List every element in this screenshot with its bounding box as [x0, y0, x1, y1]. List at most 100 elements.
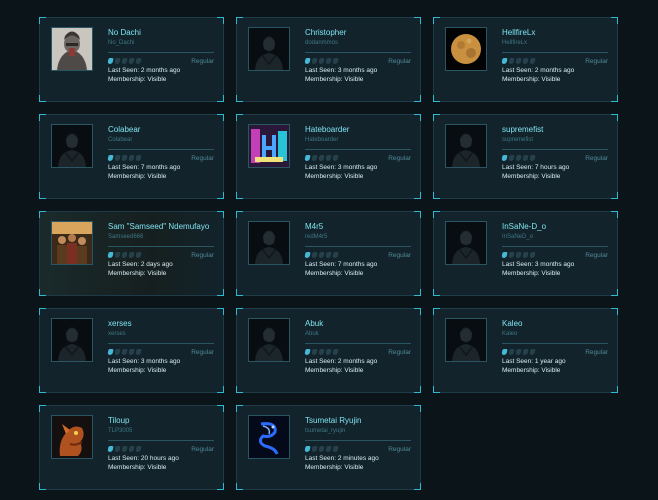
member-handle[interactable]: Tiloup	[108, 416, 218, 426]
member-handle[interactable]: Abuk	[305, 319, 415, 329]
member-handle[interactable]: Sam "Samseed" Ndemufayo	[108, 222, 218, 232]
last-seen-value: 3 months ago	[140, 358, 181, 365]
member-handle[interactable]: Christopher	[305, 28, 415, 38]
last-seen-value: 20 hours ago	[140, 455, 179, 462]
avatar[interactable]	[51, 318, 93, 362]
corner-accent	[414, 192, 421, 199]
member-card[interactable]: M4r5 redM4r5 Regular Last Seen: 7 months…	[236, 211, 421, 296]
rank-row: Regular	[107, 445, 218, 453]
avatar[interactable]	[445, 318, 487, 362]
corner-accent	[236, 17, 243, 24]
member-handle[interactable]: Colabear	[108, 125, 218, 135]
rank-pip-icon	[318, 252, 325, 258]
member-nickname: InSaNeD_o	[502, 234, 534, 240]
member-info: Tsumetai Ryujin tsumetai_ryujin Regular …	[304, 416, 415, 472]
default-avatar-image	[249, 28, 289, 70]
avatar[interactable]	[248, 318, 290, 362]
member-card[interactable]: Kaleo Kaleo Regular Last Seen: 1 year ag…	[433, 308, 618, 393]
member-handle[interactable]: Tsumetai Ryujin	[305, 416, 415, 426]
avatar[interactable]	[51, 221, 93, 265]
member-card[interactable]: Sam "Samseed" Ndemufayo Samseed666 Regul…	[39, 211, 224, 296]
last-seen: Last Seen: 3 months ago	[305, 66, 415, 75]
last-seen-value: 7 months ago	[140, 164, 181, 171]
rank-row: Regular	[501, 154, 612, 162]
member-handle[interactable]: xerses	[108, 319, 218, 329]
member-handle[interactable]: No Dachi	[108, 28, 218, 38]
rank-pip-icon	[311, 446, 318, 452]
corner-accent	[217, 386, 224, 393]
member-handle[interactable]: M4r5	[305, 222, 415, 232]
membership-label: Membership:	[305, 76, 343, 83]
member-card[interactable]: Hateboarder Hateboarder Regular Last See…	[236, 114, 421, 199]
rank-pip-icon	[114, 446, 121, 452]
member-card[interactable]: InSaNe-D_o InSaNeD_o Regular Last Seen: …	[433, 211, 618, 296]
rank-pip-icon	[304, 155, 311, 161]
member-handle[interactable]: Kaleo	[502, 319, 612, 329]
corner-accent	[39, 211, 46, 218]
avatar[interactable]	[51, 415, 93, 459]
last-seen-label: Last Seen:	[108, 261, 140, 268]
rank-pip-icon	[128, 252, 135, 258]
avatar[interactable]	[248, 221, 290, 265]
corner-accent	[611, 114, 618, 121]
rank-row: Regular	[107, 154, 218, 162]
avatar[interactable]	[51, 124, 93, 168]
avatar[interactable]	[445, 124, 487, 168]
last-seen-label: Last Seen:	[108, 455, 140, 462]
member-card[interactable]: Abuk Abuk Regular Last Seen: 2 months ag…	[236, 308, 421, 393]
member-card[interactable]: Christopher dodanmmos Regular Last Seen:…	[236, 17, 421, 102]
divider	[305, 246, 411, 247]
member-info: HellfireLx HellfireLx Regular Last Seen:…	[501, 28, 612, 84]
membership-value: Visible	[344, 270, 364, 277]
member-card[interactable]: No Dachi No_Dachi Regular Last Seen: 2 m…	[39, 17, 224, 102]
membership-label: Membership:	[502, 367, 540, 374]
member-card[interactable]: supremefist supremefist Regular Last See…	[433, 114, 618, 199]
divider	[305, 440, 411, 441]
member-handle[interactable]: supremefist	[502, 125, 612, 135]
last-seen-value: 2 minutes ago	[337, 455, 379, 462]
membership: Membership: Visible	[108, 269, 218, 278]
avatar[interactable]	[445, 27, 487, 71]
rank-pips	[501, 349, 536, 355]
rank-label: Regular	[388, 251, 411, 259]
rank-pip-icon	[508, 58, 515, 64]
rank-pips	[304, 446, 339, 452]
avatar[interactable]	[248, 415, 290, 459]
member-grid: No Dachi No_Dachi Regular Last Seen: 2 m…	[39, 17, 618, 490]
corner-accent	[611, 386, 618, 393]
rank-row: Regular	[501, 251, 612, 259]
corner-accent	[236, 405, 243, 412]
avatar[interactable]	[445, 221, 487, 265]
member-handle[interactable]: InSaNe-D_o	[502, 222, 612, 232]
membership-value: Visible	[541, 76, 561, 83]
last-seen: Last Seen: 7 months ago	[108, 163, 218, 172]
portrait-avatar-image	[52, 28, 92, 70]
rank-pip-icon	[501, 349, 508, 355]
membership-label: Membership:	[108, 173, 146, 180]
member-handle[interactable]: HellfireLx	[502, 28, 612, 38]
member-card[interactable]: HellfireLx HellfireLx Regular Last Seen:…	[433, 17, 618, 102]
membership-value: Visible	[147, 76, 167, 83]
rank-pip-icon	[515, 252, 522, 258]
member-info: M4r5 redM4r5 Regular Last Seen: 7 months…	[304, 222, 415, 278]
rank-pip-icon	[128, 349, 135, 355]
member-handle[interactable]: Hateboarder	[305, 125, 415, 135]
membership: Membership: Visible	[108, 75, 218, 84]
rank-pip-icon	[114, 58, 121, 64]
member-card[interactable]: xerses xerses Regular Last Seen: 3 month…	[39, 308, 224, 393]
avatar[interactable]	[51, 27, 93, 71]
divider	[108, 343, 214, 344]
member-info: supremefist supremefist Regular Last See…	[501, 125, 612, 181]
avatar[interactable]	[248, 124, 290, 168]
membership-value: Visible	[344, 367, 364, 374]
member-card[interactable]: Tiloup TLP3005 Regular Last Seen: 20 hou…	[39, 405, 224, 490]
rank-pip-icon	[121, 155, 128, 161]
membership-value: Visible	[541, 270, 561, 277]
avatar[interactable]	[248, 27, 290, 71]
member-card[interactable]: Colabear Colabear Regular Last Seen: 7 m…	[39, 114, 224, 199]
rank-row: Regular	[304, 251, 415, 259]
member-card[interactable]: Tsumetai Ryujin tsumetai_ryujin Regular …	[236, 405, 421, 490]
last-seen-label: Last Seen:	[305, 358, 337, 365]
rank-pip-icon	[515, 155, 522, 161]
rank-label: Regular	[585, 348, 608, 356]
